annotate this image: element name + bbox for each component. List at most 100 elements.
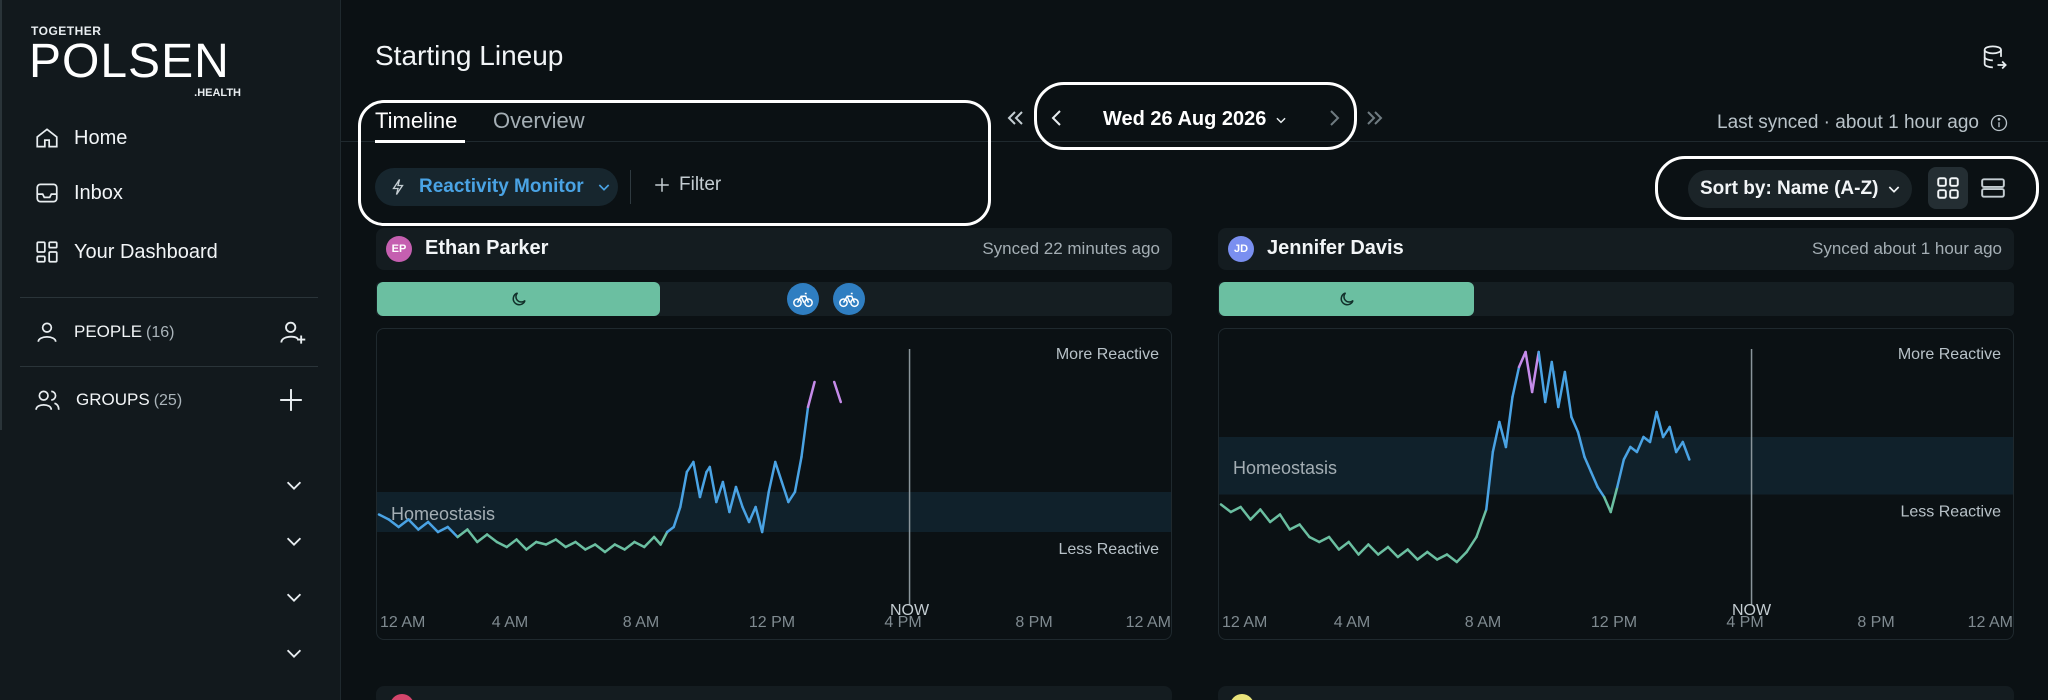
- reactivity-line-segment: [659, 530, 669, 546]
- sleep-segment[interactable]: [1219, 282, 1474, 316]
- list-view-button[interactable]: [1973, 167, 2013, 209]
- x-tick-label: 12 AM: [380, 614, 425, 631]
- moon-icon: [512, 292, 526, 306]
- reactivity-line-segment: [643, 535, 656, 549]
- reactivity-line-segment: [613, 543, 626, 551]
- info-icon[interactable]: [1989, 113, 2009, 133]
- reactivity-line-segment: [1543, 360, 1554, 404]
- reactivity-line-segment: [1259, 508, 1272, 524]
- section-groups[interactable]: GROUPS (25): [34, 382, 182, 418]
- reactivity-line-segment: [1435, 553, 1449, 561]
- person-card-header[interactable]: [1218, 686, 2014, 700]
- chevron-down-icon: [1276, 117, 1287, 123]
- x-tick-label: 4 PM: [1726, 614, 1763, 631]
- less-reactive-label: Less Reactive: [1901, 504, 2002, 521]
- moon-icon: [1340, 292, 1354, 306]
- reactivity-line-segment: [793, 455, 803, 494]
- nav-label-home: Home: [74, 126, 128, 149]
- app-root: TOGETHER POLSEN .HEALTH Home Inbox Your …: [0, 0, 2048, 700]
- reactivity-line-segment: [1570, 415, 1580, 434]
- chevron-left-icon[interactable]: [1045, 106, 1069, 130]
- person-name[interactable]: Jennifer Davis: [1267, 237, 1404, 260]
- date-label: Wed 26 Aug 2026: [1103, 108, 1267, 130]
- sort-label: Sort by: Name (A-Z): [1700, 178, 1879, 199]
- homeostasis-label: Homeostasis: [1233, 458, 1337, 478]
- chevron-down-icon[interactable]: [283, 474, 305, 496]
- reactivity-line-segment: [554, 538, 567, 549]
- activity-marker[interactable]: [787, 283, 819, 315]
- reactivity-chart: More Reactive Less Reactive Homeostasis NOW…: [376, 328, 1172, 640]
- reactivity-line-segment: [774, 460, 784, 484]
- reactivity-monitor-label: Reactivity Monitor: [419, 176, 584, 197]
- avatar: EP: [386, 236, 412, 262]
- lightning-icon: [392, 179, 404, 195]
- reactivity-line-segment: [1455, 550, 1468, 564]
- activity-marker[interactable]: [833, 283, 865, 315]
- sort-dropdown[interactable]: Sort by: Name (A-Z): [1688, 170, 1912, 208]
- reactivity-line-segment: [544, 538, 558, 546]
- avatar: JD: [1228, 236, 1254, 262]
- nav-item-home[interactable]: Home: [34, 120, 127, 156]
- reactivity-line-segment: [832, 380, 843, 404]
- x-tick-label: 12 AM: [1126, 614, 1171, 631]
- reactivity-line-segment: [495, 540, 508, 549]
- sidebar: TOGETHER POLSEN .HEALTH Home Inbox Your …: [0, 0, 341, 700]
- reactivity-line-segment: [584, 543, 597, 551]
- person-name[interactable]: Ethan Parker: [425, 237, 548, 260]
- reactivity-line-segment: [692, 460, 702, 499]
- nav-label-dashboard: Your Dashboard: [74, 240, 218, 263]
- reactivity-line-segment: [1337, 540, 1350, 551]
- person-card-header[interactable]: JD Jennifer Davis Synced about 1 hour ag…: [1218, 228, 2014, 270]
- reactivity-line-segment: [1278, 513, 1292, 531]
- chevron-down-icon[interactable]: [283, 586, 305, 608]
- tab-overview[interactable]: Overview: [493, 108, 585, 134]
- reactivity-line-segment: [1511, 365, 1521, 399]
- add-group-button[interactable]: [276, 385, 306, 415]
- chevron-down-icon: [598, 184, 609, 191]
- chevron-down-icon[interactable]: [283, 642, 305, 664]
- chevron-down-icon[interactable]: [283, 530, 305, 552]
- logo[interactable]: TOGETHER POLSEN .HEALTH: [29, 24, 241, 104]
- reactivity-line-segment: [1602, 495, 1612, 514]
- first-page-icon[interactable]: [1003, 106, 1027, 130]
- section-people-count: (16): [146, 324, 175, 341]
- reactivity-chart-svg: More ReactiveLess ReactiveHomeostasisNOW…: [1219, 346, 2013, 631]
- reactivity-line-segment: [633, 540, 646, 549]
- person-card-header[interactable]: [376, 686, 1172, 700]
- sleep-segment[interactable]: [377, 282, 660, 316]
- person-card-header[interactable]: EP Ethan Parker Synced 22 minutes ago: [376, 228, 1172, 270]
- database-export-icon[interactable]: [1980, 44, 2008, 72]
- reactivity-line-segment: [1219, 503, 1233, 514]
- tab-timeline[interactable]: Timeline: [375, 108, 457, 134]
- section-people[interactable]: PEOPLE (16): [34, 314, 175, 350]
- reactivity-line-segment: [1563, 370, 1573, 419]
- reactivity-line-segment: [1249, 508, 1262, 521]
- reactivity-chart-svg: More ReactiveLess ReactiveHomeostasisNOW…: [377, 346, 1171, 631]
- last-page-icon[interactable]: [1363, 106, 1387, 130]
- reactivity-chart: More Reactive Less Reactive Homeostasis NOW…: [1218, 328, 2014, 640]
- date-picker[interactable]: Wed 26 Aug 2026: [1103, 108, 1288, 131]
- window-edge: [0, 0, 2, 430]
- nav-item-dashboard[interactable]: Your Dashboard: [34, 234, 218, 270]
- reactivity-line-segment: [1661, 425, 1671, 439]
- reactivity-line-segment: [1288, 523, 1301, 531]
- x-tick-label: 12 PM: [1591, 614, 1637, 631]
- x-tick-label: 8 PM: [1857, 614, 1894, 631]
- reactivity-line-segment: [1465, 535, 1478, 554]
- reactivity-line-segment: [1386, 545, 1400, 559]
- add-person-button[interactable]: [278, 317, 308, 347]
- reactivity-line-segment: [1239, 505, 1252, 521]
- grid-view-button[interactable]: [1928, 167, 1968, 209]
- reactivity-line-segment: [1298, 523, 1311, 539]
- reactivity-line-segment: [652, 535, 662, 546]
- reactivity-line-segment: [485, 533, 499, 544]
- active-tab-indicator: [375, 140, 465, 143]
- reactivity-monitor-dropdown[interactable]: Reactivity Monitor: [375, 168, 618, 206]
- reactivity-line-segment: [534, 540, 548, 546]
- nav-item-inbox[interactable]: Inbox: [34, 175, 123, 211]
- chevron-right-icon[interactable]: [1322, 106, 1346, 130]
- add-filter-button[interactable]: Filter: [653, 174, 721, 196]
- reactivity-line-segment: [1530, 350, 1540, 394]
- plus-icon: [655, 178, 669, 192]
- x-tick-label: 12 AM: [1968, 614, 2013, 631]
